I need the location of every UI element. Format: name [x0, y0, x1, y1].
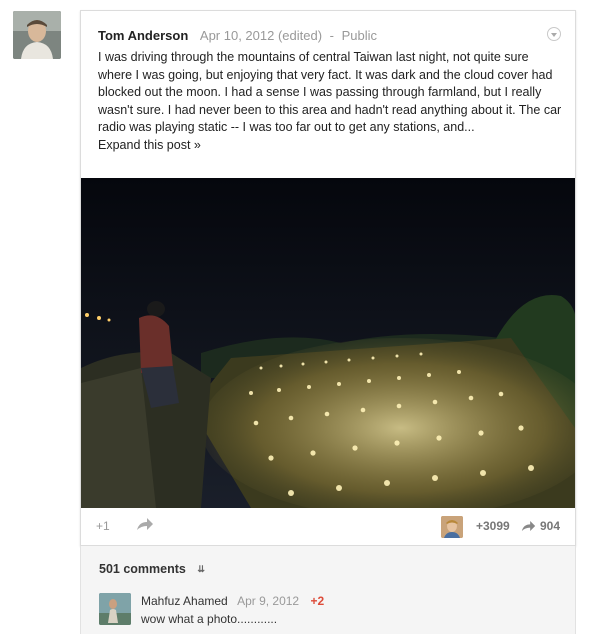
comment-plus-count[interactable]: +2 — [310, 594, 324, 608]
post-actions: +1 +3099 904 — [81, 508, 575, 545]
post-date[interactable]: Apr 10, 2012 (edited) — [200, 28, 322, 43]
meta-separator: - — [329, 28, 335, 43]
chevron-down-circle-icon[interactable] — [547, 27, 561, 41]
commenter-avatar[interactable] — [99, 593, 131, 625]
post-text: I was driving through the mountains of c… — [98, 50, 562, 134]
post-photo[interactable] — [81, 178, 575, 508]
double-chevron-down-icon[interactable]: ⇊ — [197, 564, 205, 575]
author-name[interactable]: Tom Anderson — [98, 28, 188, 43]
share-arrow-icon[interactable] — [136, 517, 154, 536]
share-count-icon — [521, 519, 536, 537]
share-count[interactable]: 904 — [540, 519, 560, 533]
comments-count-toggle[interactable]: 501 comments ⇊ — [99, 562, 205, 576]
post-body: I was driving through the mountains of c… — [98, 49, 562, 154]
post-card: Tom Anderson Apr 10, 2012 (edited) - Pub… — [80, 10, 576, 546]
author-avatar[interactable] — [13, 11, 61, 59]
plus-one-button[interactable]: +1 — [96, 519, 110, 533]
plusoner-avatar[interactable] — [441, 516, 463, 538]
comment-date: Apr 9, 2012 — [237, 594, 300, 608]
commenter-name[interactable]: Mahfuz Ahamed — [141, 594, 228, 608]
post-header: Tom Anderson Apr 10, 2012 (edited) - Pub… — [98, 28, 377, 43]
comments-count: 501 comments — [99, 562, 186, 576]
comment-text: wow what a photo............ — [141, 612, 278, 626]
plus-count[interactable]: +3099 — [476, 519, 510, 533]
post-visibility[interactable]: Public — [342, 28, 377, 43]
comments-section: 501 comments ⇊ Mahfuz Ahamed Apr 9, 2012… — [80, 546, 576, 634]
comment-header: Mahfuz Ahamed Apr 9, 2012 +2 — [141, 594, 324, 608]
expand-post-link[interactable]: Expand this post » — [98, 138, 201, 152]
